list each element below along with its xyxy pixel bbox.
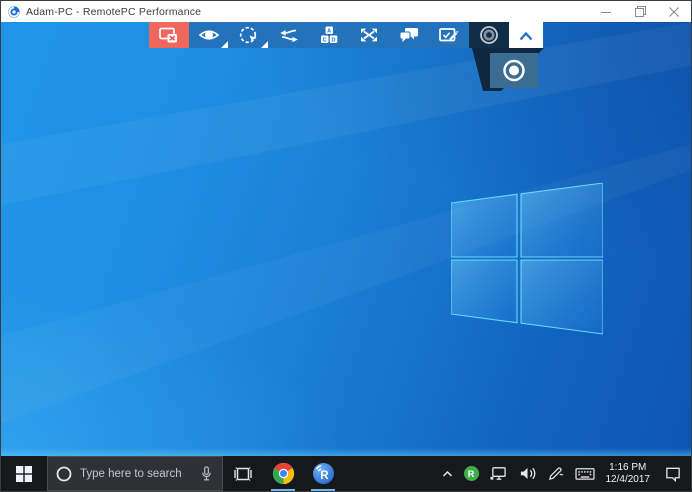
tray-show-hidden-button[interactable]: [436, 456, 459, 491]
disconnect-monitor-icon: [157, 25, 181, 45]
disconnect-button[interactable]: [149, 22, 189, 48]
running-indicator: [311, 489, 335, 491]
taskbar: Type here to search: [1, 456, 691, 491]
tray-windows-ink-button[interactable]: [542, 456, 569, 491]
dropdown-indicator: [221, 41, 228, 48]
speedometer-cursor-icon: [237, 25, 261, 45]
windows-start-icon: [16, 466, 32, 482]
expand-arrows-icon: [357, 25, 381, 45]
maximize-button[interactable]: [623, 1, 657, 22]
minimize-button[interactable]: [589, 1, 623, 22]
abc-blocks-icon: A C D: [317, 25, 341, 45]
remotepc-logo-icon: [8, 6, 20, 18]
chat-bubbles-icon: [397, 25, 421, 45]
running-indicator: [271, 489, 295, 491]
svg-text:C: C: [323, 37, 327, 43]
whiteboard-pen-icon: [437, 25, 461, 45]
record-circle-icon: [477, 25, 501, 45]
chrome-taskbar-button[interactable]: [263, 456, 303, 491]
tray-touch-keyboard-button[interactable]: [569, 456, 601, 491]
window-controls: [589, 1, 691, 22]
tray-network-button[interactable]: [484, 456, 513, 491]
record-button[interactable]: [469, 22, 509, 48]
network-icon: [489, 465, 508, 482]
swap-arrows-icon: [277, 25, 301, 45]
restore-icon: [635, 6, 646, 17]
performance-button[interactable]: [229, 22, 269, 48]
task-view-button[interactable]: [223, 456, 263, 491]
svg-text:D: D: [331, 37, 335, 43]
whiteboard-button[interactable]: [429, 22, 469, 48]
window-title: Adam-PC - RemotePC Performance: [26, 6, 201, 18]
remotepc-green-icon: R: [464, 466, 479, 481]
remotepc-taskbar-button[interactable]: R: [303, 456, 343, 491]
remote-desktop: A C D: [1, 22, 691, 458]
close-icon: [669, 7, 679, 17]
collapse-toolbar-button[interactable]: [509, 22, 543, 48]
action-center-icon: [664, 465, 682, 482]
tray-volume-button[interactable]: [513, 456, 542, 491]
fullscreen-button[interactable]: [349, 22, 389, 48]
touch-keyboard-icon: [574, 465, 596, 482]
session-toolbar: A C D: [149, 22, 543, 48]
svg-text:R: R: [320, 470, 329, 482]
search-input[interactable]: Type here to search: [47, 456, 223, 491]
clock-date: 12/4/2017: [606, 474, 651, 486]
microphone-icon[interactable]: [199, 465, 214, 483]
view-options-button[interactable]: [189, 22, 229, 48]
tray-remotepc-button[interactable]: R: [459, 456, 484, 491]
chrome-icon: [272, 462, 295, 485]
cortana-circle-icon: [56, 466, 72, 482]
remotepc-viewer-window: Adam-PC - RemotePC Performance: [0, 0, 692, 492]
volume-icon: [518, 465, 537, 482]
minimize-icon: [601, 7, 611, 17]
close-button[interactable]: [657, 1, 691, 22]
clock-time: 1:16 PM: [609, 462, 646, 474]
hotkeys-button[interactable]: A C D: [309, 22, 349, 48]
eye-icon: [197, 25, 221, 45]
dropdown-indicator: [261, 41, 268, 48]
remotepc-ball-icon: R: [312, 462, 335, 485]
chevron-up-icon: [441, 468, 454, 480]
record-flyout: [456, 46, 556, 116]
chat-button[interactable]: [389, 22, 429, 48]
taskbar-clock[interactable]: 1:16 PM 12/4/2017: [601, 456, 656, 491]
task-view-icon: [233, 465, 253, 483]
file-transfer-button[interactable]: [269, 22, 309, 48]
search-placeholder: Type here to search: [80, 468, 191, 480]
system-tray: R: [436, 456, 692, 491]
chevron-up-icon: [514, 25, 538, 45]
windows-logo: [451, 183, 603, 335]
start-button[interactable]: [1, 456, 47, 491]
title-bar: Adam-PC - RemotePC Performance: [1, 1, 691, 22]
svg-text:A: A: [327, 28, 331, 34]
windows-ink-icon: [547, 465, 564, 482]
action-center-button[interactable]: [655, 456, 691, 491]
